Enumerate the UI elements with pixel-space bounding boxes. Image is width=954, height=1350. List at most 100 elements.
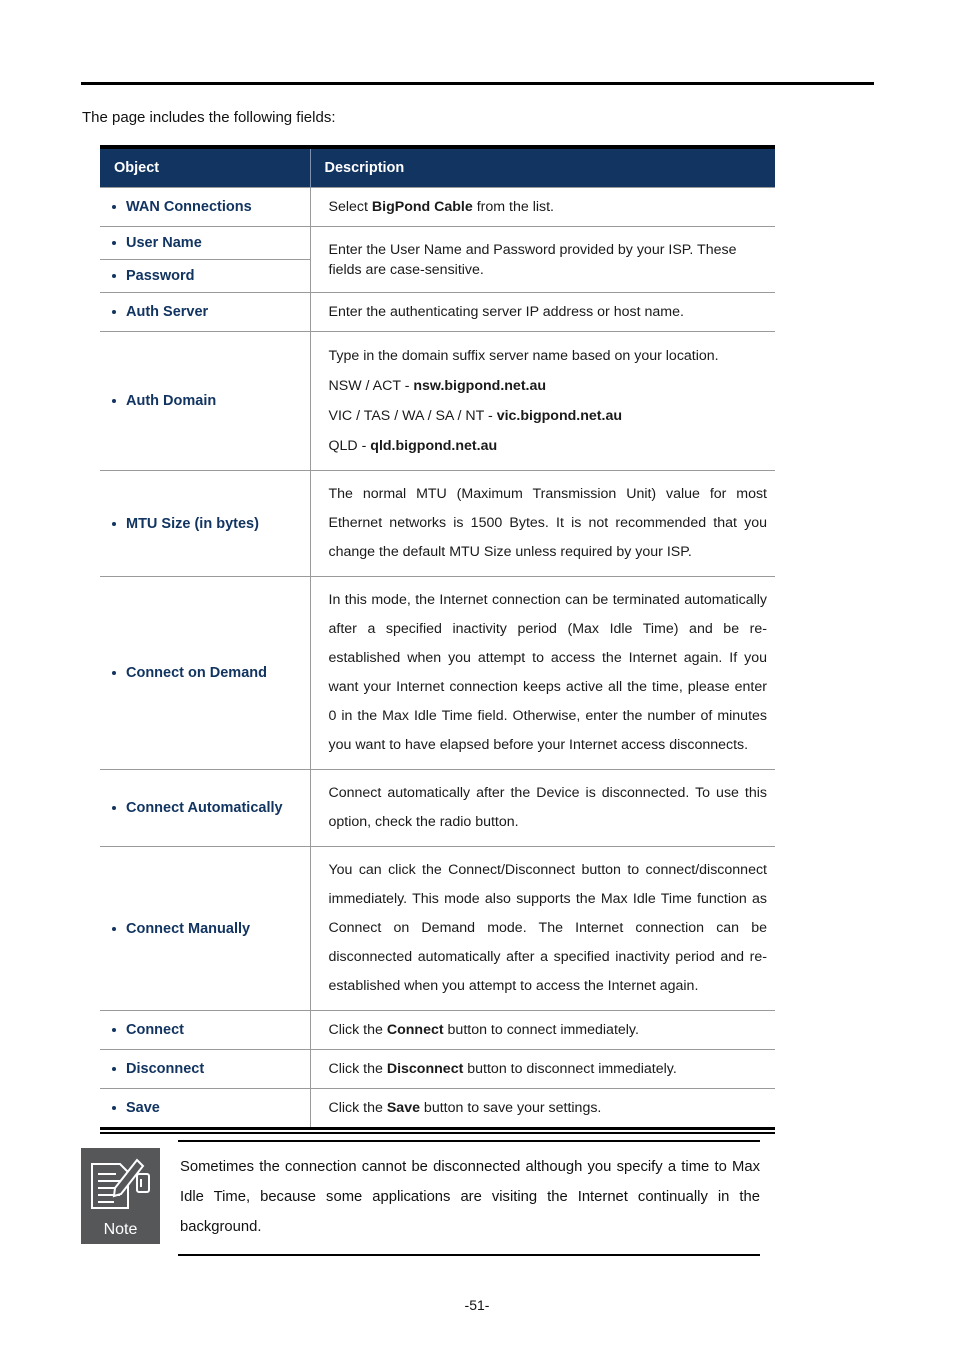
table-row: Disconnect Click the Disconnect button t… xyxy=(100,1049,775,1089)
note-icon: Note xyxy=(81,1148,160,1244)
desc-run-bold: BigPond Cable xyxy=(371,199,473,215)
table-row: WAN Connections Select BigPond Cable fro… xyxy=(100,187,775,227)
object-label: Connect Manually xyxy=(126,920,251,937)
fields-table: Object Description WAN Connections Selec… xyxy=(100,149,775,1127)
bullet-icon xyxy=(112,1106,116,1110)
intro-text: The page includes the following fields: xyxy=(82,109,336,126)
column-header-object: Object xyxy=(100,149,311,188)
bullet-icon xyxy=(112,806,116,810)
page-number: -51- xyxy=(464,1297,490,1313)
table-row: Connect on Demand In this mode, the Inte… xyxy=(100,576,775,770)
desc-run: QLD - xyxy=(328,438,371,454)
note-body: Sometimes the connection cannot be disco… xyxy=(178,1140,760,1256)
table-row: Connect Automatically Connect automatica… xyxy=(100,769,775,847)
table-bottom-rule-secondary xyxy=(100,1132,775,1134)
object-cell: Connect on Demand xyxy=(100,576,311,770)
bullet-icon xyxy=(112,1067,116,1071)
object-cell: Password xyxy=(100,259,311,293)
bullet-icon xyxy=(112,274,116,278)
table-row: Auth Server Enter the authenticating ser… xyxy=(100,292,775,332)
desc-run: Enter the User Name and Password provide… xyxy=(328,241,737,278)
note-bottom-rule xyxy=(178,1254,760,1256)
object-label: Connect xyxy=(126,1022,184,1038)
desc-run: The normal MTU (Maximum Transmission Uni… xyxy=(328,486,768,560)
desc-run-bold: Save xyxy=(386,1100,420,1116)
desc-run: Click the xyxy=(328,1100,387,1116)
object-cell: Auth Domain xyxy=(100,331,311,471)
object-cell: Save xyxy=(100,1088,311,1127)
document-page: The page includes the following fields: … xyxy=(0,0,954,1350)
table-body: WAN Connections Select BigPond Cable fro… xyxy=(100,187,775,1127)
bullet-icon xyxy=(112,310,116,314)
desc-run: from the list. xyxy=(472,199,554,215)
object-cell: MTU Size (in bytes) xyxy=(100,470,311,577)
desc-run: VIC / TAS / WA / SA / NT - xyxy=(328,408,497,424)
fields-table-wrapper: Object Description WAN Connections Selec… xyxy=(100,145,775,1134)
table-row: Save Click the Save button to save your … xyxy=(100,1088,775,1127)
object-label: Disconnect xyxy=(126,1061,205,1077)
bullet-icon xyxy=(112,399,116,403)
description-cell: In this mode, the Internet connection ca… xyxy=(310,576,775,770)
desc-line: Type in the domain suffix server name ba… xyxy=(329,341,768,371)
object-cell: WAN Connections xyxy=(100,187,311,227)
bullet-icon xyxy=(112,1028,116,1032)
object-cell: Connect Manually xyxy=(100,846,311,1011)
desc-run-bold: vic.bigpond.net.au xyxy=(496,408,623,424)
desc-line: NSW / ACT - nsw.bigpond.net.au xyxy=(329,371,768,401)
note-text: Sometimes the connection cannot be disco… xyxy=(180,1159,760,1235)
desc-run: button to disconnect immediately. xyxy=(463,1061,677,1077)
description-cell: Click the Save button to save your setti… xyxy=(310,1088,775,1127)
bullet-icon xyxy=(112,926,116,931)
object-cell: Auth Server xyxy=(100,292,311,332)
column-header-description: Description xyxy=(310,149,775,188)
object-label: User Name xyxy=(126,235,202,251)
object-cell: Connect Automatically xyxy=(100,769,311,847)
header-rule xyxy=(81,82,874,85)
object-cell: User Name xyxy=(100,226,311,260)
desc-run: Select xyxy=(328,199,372,215)
description-cell: Connect automatically after the Device i… xyxy=(310,769,775,847)
description-cell: Click the Connect button to connect imme… xyxy=(310,1010,775,1050)
description-cell: Click the Disconnect button to disconnec… xyxy=(310,1049,775,1089)
object-label: Connect Automatically xyxy=(126,800,283,816)
object-label: Auth Domain xyxy=(126,393,217,409)
desc-run: Enter the authenticating server IP addre… xyxy=(328,304,684,320)
description-cell: The normal MTU (Maximum Transmission Uni… xyxy=(310,470,775,577)
table-row: User Name Enter the User Name and Passwo… xyxy=(100,226,775,293)
bullet-icon xyxy=(112,241,116,245)
desc-run-bold: qld.bigpond.net.au xyxy=(370,438,498,454)
description-cell: Select BigPond Cable from the list. xyxy=(310,187,775,227)
object-label: MTU Size (in bytes) xyxy=(126,515,259,532)
table-row: MTU Size (in bytes) The normal MTU (Maxi… xyxy=(100,470,775,577)
object-label: Auth Server xyxy=(126,304,209,320)
description-cell: Type in the domain suffix server name ba… xyxy=(310,331,775,471)
desc-run: Connect automatically after the Device i… xyxy=(328,785,768,830)
bullet-icon xyxy=(112,671,116,675)
object-label: Connect on Demand xyxy=(126,665,267,681)
object-label: Password xyxy=(126,268,195,284)
description-cell: Enter the User Name and Password provide… xyxy=(310,226,775,293)
bullet-icon xyxy=(112,521,116,526)
desc-run: button to connect immediately. xyxy=(443,1022,639,1038)
table-row: Connect Click the Connect button to conn… xyxy=(100,1010,775,1050)
note-icon-label: Note xyxy=(104,1221,138,1238)
table-header-row: Object Description xyxy=(100,149,775,188)
desc-run: Type in the domain suffix server name ba… xyxy=(328,348,719,364)
desc-run: Click the xyxy=(328,1022,387,1038)
description-cell: Enter the authenticating server IP addre… xyxy=(310,292,775,332)
object-cell: Connect xyxy=(100,1010,311,1050)
object-label: Save xyxy=(126,1100,160,1116)
table-row: Auth Domain Type in the domain suffix se… xyxy=(100,331,775,471)
desc-run: Click the xyxy=(328,1061,387,1077)
desc-line: QLD - qld.bigpond.net.au xyxy=(329,431,768,461)
desc-run-bold: Disconnect xyxy=(386,1061,464,1077)
desc-line: VIC / TAS / WA / SA / NT - vic.bigpond.n… xyxy=(329,401,768,431)
object-label: WAN Connections xyxy=(126,199,252,215)
desc-run: button to save your settings. xyxy=(419,1100,602,1116)
description-cell: You can click the Connect/Disconnect but… xyxy=(310,846,775,1011)
table-row: Connect Manually You can click the Conne… xyxy=(100,846,775,1011)
desc-run-bold: nsw.bigpond.net.au xyxy=(413,378,547,394)
desc-run: In this mode, the Internet connection ca… xyxy=(328,592,768,753)
bullet-icon xyxy=(112,205,116,209)
desc-run-bold: Connect xyxy=(386,1022,444,1038)
